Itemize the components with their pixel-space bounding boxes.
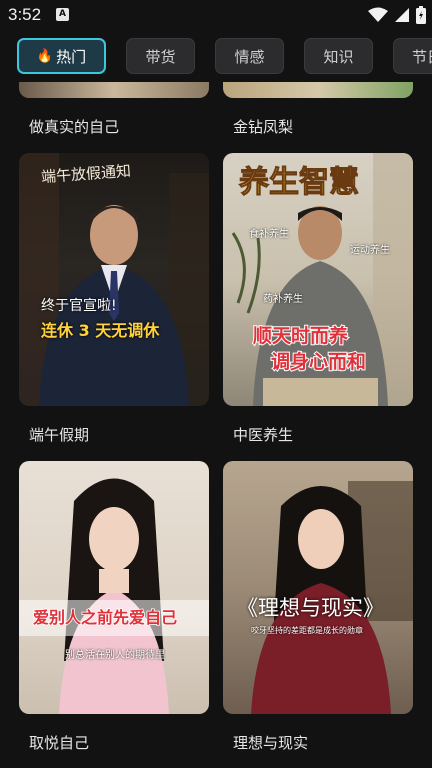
video-thumbnail[interactable] — [19, 82, 209, 98]
notification-icon: A — [56, 8, 69, 21]
overlay-line1: 爱别人之前先爱自己 — [32, 607, 178, 628]
status-time: 3:52 — [8, 5, 42, 24]
tab-label: 节日 — [412, 47, 432, 66]
tab-selling[interactable]: 带货 — [126, 38, 195, 74]
overlay-line2: 调身心而和 — [270, 350, 367, 374]
wifi-icon — [368, 7, 388, 22]
video-title[interactable]: 中医养生 — [233, 424, 293, 445]
video-thumbnail[interactable] — [223, 82, 413, 98]
status-icons — [368, 5, 426, 25]
tab-label: 热门 — [56, 47, 87, 66]
overlay-headline: 《理想与现实》 — [237, 596, 384, 620]
overlay-tag: 药补养生 — [263, 294, 303, 305]
tab-hot[interactable]: 🔥 热门 — [17, 38, 106, 74]
overlay-line2: 连休 3 天无调休 — [41, 321, 160, 340]
overlay-headline: 养生智慧 — [239, 165, 360, 201]
battery-icon — [416, 6, 426, 24]
video-thumbnail[interactable]: 爱别人之前先爱自己 别总活在别人的期待里 — [19, 461, 209, 714]
video-title[interactable]: 做真实的自己 — [29, 116, 119, 137]
status-bar: 3:52 A — [0, 0, 432, 30]
video-thumbnail[interactable]: 端午放假通知 终于官宣啦! 连休 3 天无调休 — [19, 153, 209, 406]
tab-knowledge[interactable]: 知识 — [304, 38, 373, 74]
flame-icon: 🔥 — [36, 48, 54, 64]
video-title[interactable]: 取悦自己 — [29, 732, 89, 753]
overlay-tag: 食补养生 — [249, 229, 289, 240]
presenter-figure — [251, 481, 413, 714]
tab-label: 情感 — [234, 47, 265, 66]
tab-label: 带货 — [145, 47, 176, 66]
video-title[interactable]: 理想与现实 — [233, 732, 308, 753]
video-thumbnail[interactable]: 《理想与现实》 咬牙坚持的差距都是成长的勋章 — [223, 461, 413, 714]
overlay-line2: 别总活在别人的期待里 — [65, 650, 165, 661]
overlay-line1: 顺天时而养 — [252, 324, 349, 348]
video-title[interactable]: 端午假期 — [29, 424, 89, 445]
overlay-line1: 咬牙坚持的差距都是成长的勋章 — [251, 626, 363, 635]
presenter-figure — [19, 153, 209, 406]
video-title[interactable]: 金钻凤梨 — [233, 116, 293, 137]
presenter-figure — [59, 478, 169, 714]
tab-festival[interactable]: 节日 — [393, 38, 432, 74]
tab-label: 知识 — [323, 47, 354, 66]
video-thumbnail[interactable]: 养生智慧 食补养生 运动养生 药补养生 顺天时而养 调身心而和 — [223, 153, 413, 406]
overlay-tag: 运动养生 — [350, 245, 390, 256]
signal-icon — [395, 8, 409, 22]
tab-emotion[interactable]: 情感 — [215, 38, 284, 74]
category-tabs: 🔥 热门 带货 情感 知识 节日 — [0, 36, 432, 78]
overlay-line1: 终于官宣啦! — [41, 298, 117, 314]
